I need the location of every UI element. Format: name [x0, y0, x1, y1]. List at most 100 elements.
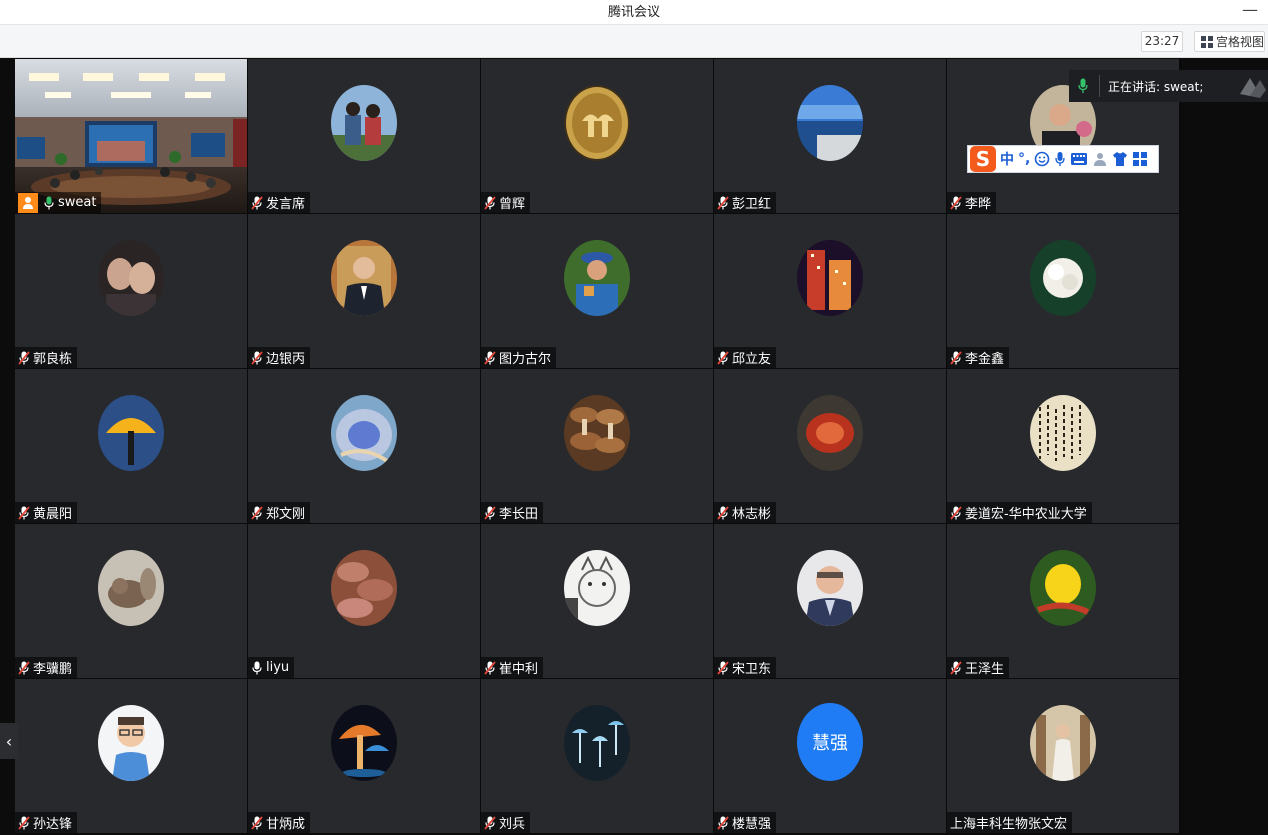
participant-tile[interactable]: 郭良栋: [15, 214, 247, 368]
participant-tile[interactable]: 李骥鹏: [15, 524, 247, 678]
participant-name: 王泽生: [965, 662, 1005, 677]
nameplate: 曾辉: [481, 192, 531, 213]
nameplate: 甘炳成: [248, 812, 311, 833]
avatar: [331, 705, 397, 781]
participant-name: 甘炳成: [266, 817, 306, 832]
user-icon[interactable]: [1092, 151, 1108, 167]
speaking-mic-icon: [1078, 78, 1088, 93]
nameplate: liyu: [248, 657, 295, 678]
participant-name: sweat: [58, 195, 97, 210]
toolbox-grid-icon[interactable]: [1132, 151, 1148, 167]
nameplate: 林志彬: [714, 502, 777, 523]
participant-name: 彭卫红: [732, 197, 772, 212]
participant-name: liyu: [266, 660, 290, 675]
participant-tile[interactable]: 孙达锋: [15, 679, 247, 833]
avatar: [331, 240, 397, 316]
participant-tile[interactable]: 刘兵: [481, 679, 713, 833]
ime-toolbar[interactable]: S 中 °,: [967, 145, 1159, 173]
mic-muted-icon: [251, 195, 263, 210]
participant-tile[interactable]: 李金鑫: [947, 214, 1179, 368]
participant-tile[interactable]: 图力古尔: [481, 214, 713, 368]
participant-name: 崔中利: [499, 662, 539, 677]
grid-view-label: 宫格视图: [1216, 35, 1265, 49]
avatar: [98, 550, 164, 626]
participant-tile-self[interactable]: sweat: [15, 59, 247, 213]
participant-tile[interactable]: 李长田: [481, 369, 713, 523]
nameplate: 楼慧强: [714, 812, 777, 833]
sogou-logo-icon: S: [970, 146, 996, 172]
ime-punct[interactable]: °,: [1018, 151, 1030, 167]
toolbar: 23:27 宫格视图: [0, 25, 1268, 58]
mic-muted-icon: [717, 350, 729, 365]
mic-muted-icon: [950, 505, 962, 520]
keyboard-icon[interactable]: [1070, 152, 1088, 166]
avatar: [1030, 240, 1096, 316]
participant-tile[interactable]: 黄晨阳: [15, 369, 247, 523]
participant-tile[interactable]: 姜道宏-华中农业大学: [947, 369, 1179, 523]
voice-input-icon[interactable]: [1054, 151, 1066, 167]
mic-muted-icon: [18, 505, 30, 520]
speaking-divider: [1099, 75, 1100, 97]
participant-tile[interactable]: 邱立友: [714, 214, 946, 368]
participant-tile[interactable]: 崔中利: [481, 524, 713, 678]
avatar: [564, 705, 630, 781]
avatar: [797, 550, 863, 626]
title-bar: 腾讯会议 —: [0, 0, 1268, 25]
mic-muted-icon: [717, 195, 729, 210]
speaking-text: 正在讲话: sweat;: [1108, 79, 1204, 94]
mic-muted-icon: [950, 195, 962, 210]
participant-tile[interactable]: 曾辉: [481, 59, 713, 213]
grid-view-button[interactable]: 宫格视图: [1194, 31, 1265, 52]
emoji-icon[interactable]: [1034, 151, 1050, 167]
collapse-left-button[interactable]: ‹: [0, 723, 18, 759]
nameplate: 李长田: [481, 502, 544, 523]
participant-name: 孙达锋: [33, 817, 73, 832]
ime-mode[interactable]: 中: [1000, 149, 1014, 169]
avatar: [1030, 395, 1096, 471]
participant-tile[interactable]: 林志彬: [714, 369, 946, 523]
mic-muted-icon: [484, 505, 496, 520]
skin-shirt-icon[interactable]: [1112, 151, 1128, 167]
nameplate: 孙达锋: [15, 812, 78, 833]
participant-name: 李金鑫: [965, 352, 1005, 367]
participant-tile[interactable]: 彭卫红: [714, 59, 946, 213]
avatar: [564, 550, 630, 626]
participant-tile[interactable]: 慧强 楼慧强: [714, 679, 946, 833]
nameplate: 李晔: [947, 192, 997, 213]
nameplate: 崔中利: [481, 657, 544, 678]
avatar: [331, 85, 397, 161]
participant-name: 林志彬: [732, 507, 772, 522]
grid-icon: [1201, 35, 1213, 48]
participant-tile[interactable]: 甘炳成: [248, 679, 480, 833]
avatar: [564, 85, 630, 161]
participant-tile[interactable]: 郑文刚: [248, 369, 480, 523]
mic-on-icon: [44, 196, 54, 209]
participant-tile[interactable]: 上海丰科生物张文宏: [947, 679, 1179, 833]
self-person-icon: [18, 192, 38, 213]
participant-name: 郭良栋: [33, 352, 73, 367]
mic-muted-icon: [18, 815, 30, 830]
minimize-button[interactable]: —: [1242, 0, 1258, 19]
participant-tile[interactable]: 王泽生: [947, 524, 1179, 678]
avatar: [331, 395, 397, 471]
participant-tile[interactable]: liyu: [248, 524, 480, 678]
nameplate: 黄晨阳: [15, 502, 78, 523]
nameplate: 姜道宏-华中农业大学: [947, 502, 1092, 523]
mic-muted-icon: [950, 660, 962, 675]
participant-name: 楼慧强: [732, 817, 772, 832]
nameplate: 李金鑫: [947, 347, 1010, 368]
nameplate: 边银丙: [248, 347, 311, 368]
mic-muted-icon: [717, 660, 729, 675]
nameplate: 郑文刚: [248, 502, 311, 523]
avatar: [1030, 705, 1096, 781]
window-title: 腾讯会议: [607, 5, 660, 20]
avatar: [98, 240, 164, 316]
participant-tile[interactable]: 发言席: [248, 59, 480, 213]
mic-muted-icon: [950, 350, 962, 365]
mic-muted-icon: [484, 195, 496, 210]
mic-muted-icon: [251, 815, 263, 830]
participant-name: 刘兵: [499, 817, 526, 832]
participant-tile[interactable]: 边银丙: [248, 214, 480, 368]
meeting-timer: 23:27: [1141, 31, 1183, 52]
participant-tile[interactable]: 宋卫东: [714, 524, 946, 678]
